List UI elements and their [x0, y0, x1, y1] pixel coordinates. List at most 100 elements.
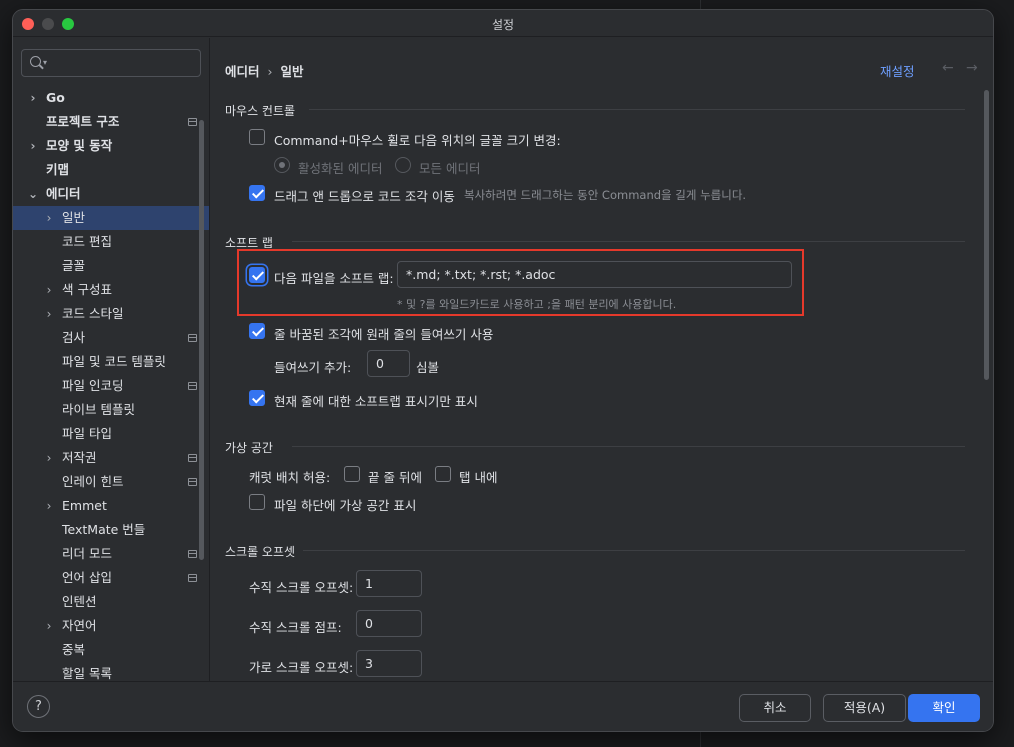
project-level-icon: [188, 550, 197, 558]
window-title: 설정: [491, 18, 515, 32]
use-original-indent-label: 줄 바꿈된 조각에 원래 줄의 들여쓰기 사용: [274, 327, 494, 342]
sidebar-item[interactable]: 검사: [13, 326, 209, 350]
sidebar-item-label: 파일 타입: [62, 426, 112, 441]
breadcrumb-current: 일반: [280, 64, 304, 79]
section-title-mouse-control: 마우스 컨트롤: [225, 104, 296, 118]
horizontal-offset-input[interactable]: 3: [356, 650, 422, 677]
sidebar-item[interactable]: 파일 인코딩: [13, 374, 209, 398]
soft-wrap-files-checkbox[interactable]: [249, 267, 265, 283]
sidebar-item[interactable]: 인텐션: [13, 590, 209, 614]
sidebar-item[interactable]: › 저작권: [13, 446, 209, 470]
sidebar-item[interactable]: › 일반: [13, 206, 209, 230]
sidebar-item-label: 모양 및 동작: [46, 138, 113, 153]
sidebar-item[interactable]: 라이브 템플릿: [13, 398, 209, 422]
additional-indent-unit: 심볼: [416, 360, 440, 375]
dialog-footer: ? 취소 적용(A) 확인: [13, 681, 993, 731]
forward-arrow-icon[interactable]: →: [966, 60, 978, 76]
vertical-jump-label: 수직 스크롤 점프:: [249, 620, 342, 635]
current-line-indicator-label: 현재 줄에 대한 소프트랩 표시기만 표시: [274, 394, 478, 409]
sidebar-item[interactable]: 코드 편집: [13, 230, 209, 254]
section-divider: [292, 241, 965, 242]
sidebar-scrollbar[interactable]: [199, 120, 204, 560]
reset-link[interactable]: 재설정: [880, 61, 915, 80]
sidebar-item[interactable]: › 모양 및 동작: [13, 134, 209, 158]
sidebar-item-label: 파일 및 코드 템플릿: [62, 354, 166, 369]
chevron-right-icon[interactable]: ›: [43, 494, 55, 518]
breadcrumb-parent[interactable]: 에디터: [225, 64, 260, 79]
help-icon[interactable]: ?: [27, 695, 50, 718]
chevron-right-icon[interactable]: ›: [43, 206, 55, 230]
chevron-right-icon[interactable]: ›: [43, 278, 55, 302]
additional-indent-input[interactable]: 0: [367, 350, 410, 377]
sidebar-item-label: 검사: [62, 330, 86, 345]
search-icon: [30, 56, 41, 67]
inside-tab-checkbox[interactable]: [435, 466, 451, 482]
ok-button[interactable]: 확인: [908, 694, 980, 722]
sidebar-item-label: 코드 스타일: [62, 306, 124, 321]
sidebar-item[interactable]: › 코드 스타일: [13, 302, 209, 326]
drag-drop-checkbox[interactable]: [249, 185, 265, 201]
sidebar-item-label: 언어 삽입: [62, 570, 112, 585]
sidebar-item[interactable]: 키맵: [13, 158, 209, 182]
sidebar-item[interactable]: › 색 구성표: [13, 278, 209, 302]
sidebar-item[interactable]: 파일 타입: [13, 422, 209, 446]
apply-button[interactable]: 적용(A): [823, 694, 906, 722]
search-options-chevron-icon[interactable]: ▾: [43, 58, 47, 67]
sidebar-item-label: 키맵: [46, 162, 70, 177]
sidebar-item-label: 라이브 템플릿: [62, 402, 135, 417]
horizontal-offset-label: 가로 스크롤 오프셋:: [249, 660, 354, 675]
active-editor-label: 활성화된 에디터: [298, 161, 383, 176]
sidebar-item[interactable]: › 자연어: [13, 614, 209, 638]
sidebar-item-label: 에디터: [46, 186, 81, 201]
soft-wrap-files-input[interactable]: *.md; *.txt; *.rst; *.adoc: [397, 261, 792, 288]
vertical-jump-input[interactable]: 0: [356, 610, 422, 637]
current-line-indicator-checkbox[interactable]: [249, 390, 265, 406]
sidebar-item[interactable]: 프로젝트 구조: [13, 110, 209, 134]
sidebar-item[interactable]: 중복: [13, 638, 209, 662]
sidebar-item-label: 중복: [62, 642, 86, 657]
chevron-right-icon[interactable]: ›: [43, 446, 55, 470]
sidebar-item[interactable]: 파일 및 코드 템플릿: [13, 350, 209, 374]
sidebar-item-label: 일반: [62, 210, 86, 225]
sidebar-item[interactable]: › Go: [13, 86, 209, 110]
vertical-offset-input[interactable]: 1: [356, 570, 422, 597]
chevron-right-icon[interactable]: ›: [43, 302, 55, 326]
sidebar-item-label: 코드 편집: [62, 234, 112, 249]
sidebar-item[interactable]: › Emmet: [13, 494, 209, 518]
vertical-offset-label: 수직 스크롤 오프셋:: [249, 580, 354, 595]
sidebar-item[interactable]: TextMate 번들: [13, 518, 209, 542]
section-divider: [303, 550, 965, 551]
chevron-right-icon[interactable]: ›: [27, 134, 39, 158]
sidebar-item[interactable]: ⌄ 에디터: [13, 182, 209, 206]
project-level-icon: [188, 478, 197, 486]
sidebar-item[interactable]: 리더 모드: [13, 542, 209, 566]
settings-window: 설정 ▾ › Go 프로젝트 구조 › 모양 및 동작 키맵 ⌄ 에디터 › 일반 코드 편집 글꼴 ›…: [12, 9, 994, 732]
chevron-down-icon[interactable]: ⌄: [27, 182, 39, 206]
section-title-scroll-offset: 스크롤 오프셋: [225, 545, 296, 559]
sidebar-item-label: 리더 모드: [62, 546, 112, 561]
virtual-space-bottom-checkbox[interactable]: [249, 494, 265, 510]
chevron-right-icon[interactable]: ›: [27, 86, 39, 110]
active-editor-radio[interactable]: [274, 157, 290, 173]
drag-drop-label: 드래그 앤 드롭으로 코드 조각 이동: [274, 189, 455, 204]
sidebar-item[interactable]: 인레이 힌트: [13, 470, 209, 494]
zoom-with-wheel-checkbox[interactable]: [249, 129, 265, 145]
all-editors-label: 모든 에디터: [419, 161, 481, 176]
settings-content: 에디터 › 일반 재설정 ← → 마우스 컨트롤 Command+마우스 휠로 다음…: [211, 38, 993, 681]
all-editors-radio[interactable]: [395, 157, 411, 173]
chevron-right-icon[interactable]: ›: [43, 614, 55, 638]
inside-tab-label: 탭 내에: [459, 470, 498, 485]
search-input[interactable]: ▾: [21, 49, 201, 77]
sidebar-item-label: TextMate 번들: [62, 522, 146, 537]
sidebar-item-label: Go: [46, 90, 65, 105]
zoom-with-wheel-label: Command+마우스 휠로 다음 위치의 글꼴 크기 변경:: [274, 133, 561, 148]
project-level-icon: [188, 454, 197, 462]
back-arrow-icon[interactable]: ←: [942, 60, 954, 76]
sidebar-item[interactable]: 언어 삽입: [13, 566, 209, 590]
sidebar-item[interactable]: 글꼴: [13, 254, 209, 278]
content-scrollbar[interactable]: [984, 90, 989, 380]
sidebar-item-label: 인텐션: [62, 594, 97, 609]
use-original-indent-checkbox[interactable]: [249, 323, 265, 339]
after-end-of-line-checkbox[interactable]: [344, 466, 360, 482]
cancel-button[interactable]: 취소: [739, 694, 811, 722]
